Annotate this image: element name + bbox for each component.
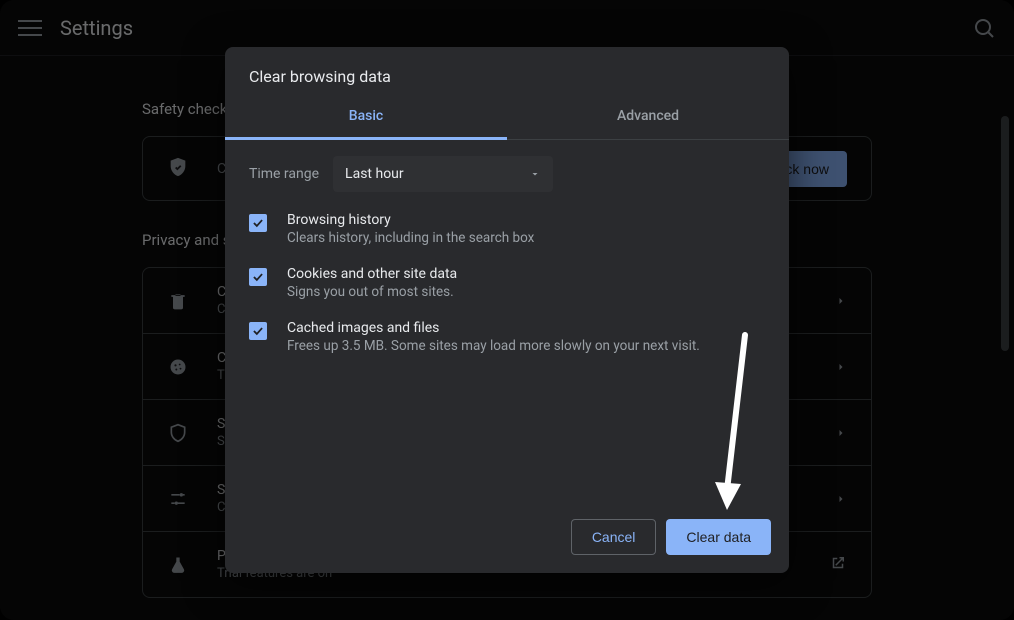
option-sub: Clears history, including in the search … — [287, 230, 534, 246]
checkbox-cached[interactable] — [249, 322, 267, 340]
tab-advanced[interactable]: Advanced — [507, 96, 789, 139]
time-range-label: Time range — [249, 166, 319, 182]
option-title: Cookies and other site data — [287, 266, 457, 282]
option-title: Browsing history — [287, 212, 534, 228]
option-sub: Frees up 3.5 MB. Some sites may load mor… — [287, 338, 700, 354]
time-range-select[interactable]: Last hour — [333, 156, 553, 192]
cancel-button[interactable]: Cancel — [571, 519, 657, 555]
checkbox-browsing-history[interactable] — [249, 214, 267, 232]
option-cookies[interactable]: Cookies and other site data Signs you out… — [225, 256, 789, 310]
dialog-tabs: Basic Advanced — [225, 96, 789, 140]
option-browsing-history[interactable]: Browsing history Clears history, includin… — [225, 202, 789, 256]
option-sub: Signs you out of most sites. — [287, 284, 457, 300]
dialog-title: Clear browsing data — [225, 47, 789, 96]
clear-browsing-data-dialog: Clear browsing data Basic Advanced Time … — [225, 47, 789, 573]
option-cached[interactable]: Cached images and files Frees up 3.5 MB. … — [225, 310, 789, 364]
dropdown-icon — [529, 168, 541, 180]
tab-basic[interactable]: Basic — [225, 96, 507, 140]
clear-data-button[interactable]: Clear data — [666, 519, 771, 555]
checkbox-cookies[interactable] — [249, 268, 267, 286]
option-title: Cached images and files — [287, 320, 700, 336]
time-range-value: Last hour — [345, 166, 404, 182]
